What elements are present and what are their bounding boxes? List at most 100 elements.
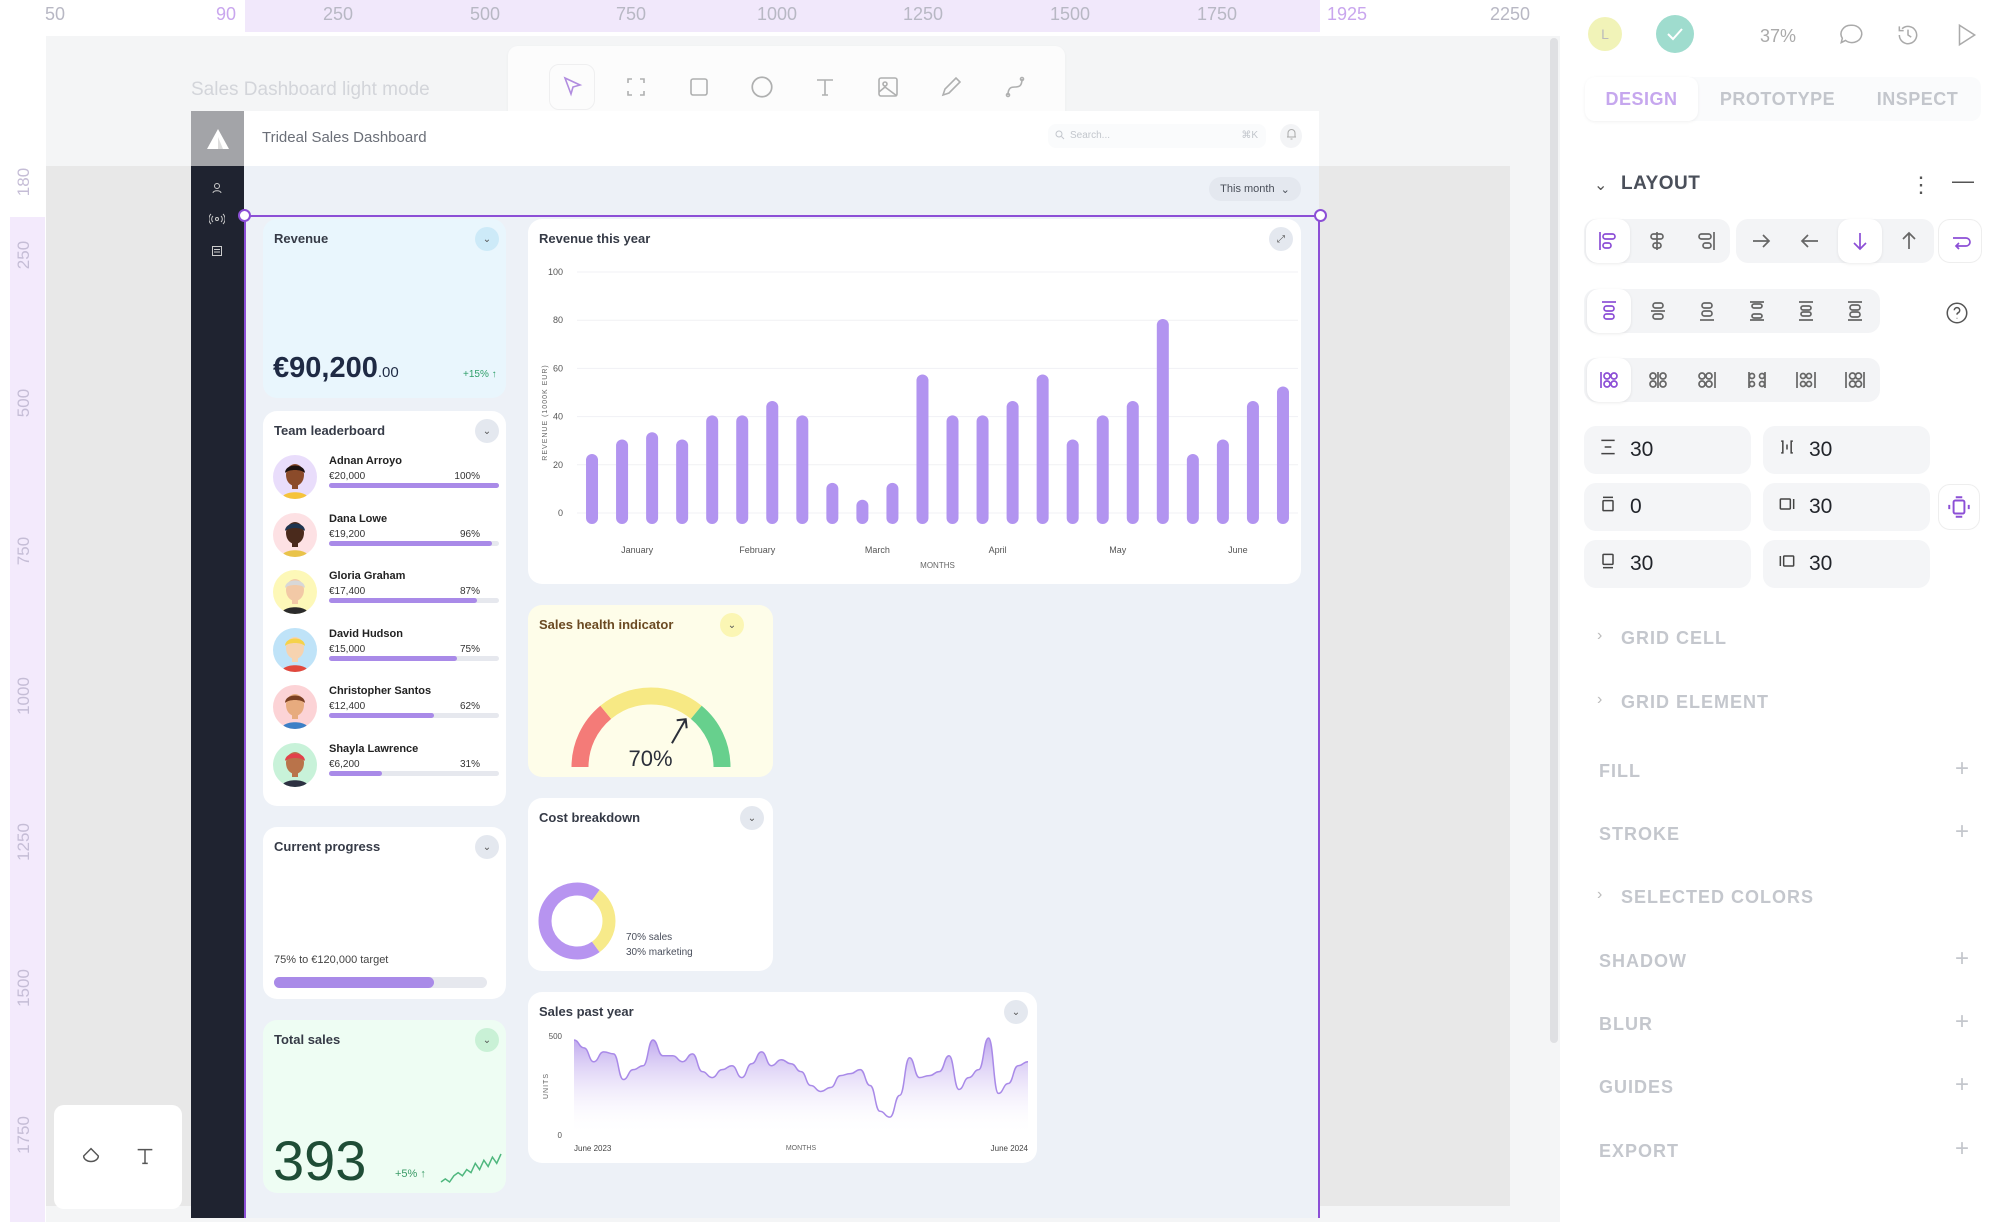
top-ruler: 50 90 250 500 750 1000 1250 1500 1750 1925 2250 [0,0,1560,32]
justify-end-icon[interactable] [1685,289,1729,333]
grid-between-icon[interactable] [1735,358,1779,402]
document-icon[interactable] [211,244,223,262]
wrap-icon[interactable] [1939,220,1983,264]
ellipse-icon[interactable] [739,64,785,110]
bell-icon [1286,127,1297,145]
layout-button-group [1584,289,1880,333]
justify-center-icon[interactable] [1636,289,1680,333]
resize-handle[interactable] [238,209,251,222]
selection-outline [244,215,1320,1218]
padding-toggle-icon[interactable] [1938,484,1980,530]
space-evenly-icon[interactable] [1833,289,1877,333]
ruler-mark: 1925 [1326,4,1368,24]
search-placeholder: Search... [1070,130,1111,141]
arrow-up-icon[interactable] [1887,219,1931,263]
resize-handle[interactable] [1314,209,1327,222]
image-icon[interactable] [865,64,911,110]
section-export[interactable]: EXPORT [1599,1141,1679,1162]
tab-prototype[interactable]: PROTOTYPE [1710,77,1845,121]
ruler-mark: 750 [615,4,647,24]
history-icon[interactable] [1895,22,1921,53]
row-gap-field[interactable]: 30 [1584,426,1751,474]
plus-icon[interactable]: + [1955,1071,1969,1099]
plus-icon[interactable]: + [1955,945,1969,973]
section-blur[interactable]: BLUR [1599,1014,1653,1035]
chevron-right-icon[interactable]: › [1597,886,1602,904]
check-icon[interactable] [1656,15,1694,53]
comment-icon[interactable] [1838,22,1864,53]
space-between-icon[interactable] [1735,289,1779,333]
section-fill[interactable]: FILL [1599,761,1641,782]
section-grid-element[interactable]: GRID ELEMENT [1621,692,1769,713]
zoom-level[interactable]: 37% [1760,26,1796,47]
grid-end-icon[interactable] [1685,358,1729,402]
drop-icon[interactable] [80,1145,102,1172]
grid-around-icon[interactable] [1784,358,1828,402]
path-icon[interactable] [992,64,1038,110]
frame-label[interactable]: Sales Dashboard light mode [191,79,430,101]
chevron-right-icon[interactable]: › [1597,691,1602,709]
space-around-icon[interactable] [1784,289,1828,333]
pointer-icon[interactable] [549,64,595,110]
period-dropdown[interactable]: This month ⌄ [1209,177,1301,201]
layout-button-group [1584,219,1730,263]
chevron-down-icon: ⌄ [1280,183,1290,196]
play-icon[interactable] [1953,22,1979,53]
ruler-mark: 1250 [902,4,944,24]
padding-left-field[interactable]: 30 [1763,540,1930,588]
avatar[interactable]: L [1588,17,1622,51]
help-icon[interactable] [1944,300,1976,332]
align-end-icon[interactable] [1684,219,1728,263]
chevron-down-icon[interactable]: ⌄ [1594,175,1607,195]
section-shadow[interactable]: SHADOW [1599,951,1687,972]
plus-icon[interactable]: + [1955,1135,1969,1163]
arrow-down-icon[interactable] [1837,219,1882,263]
padding-top-field[interactable]: 0 [1584,483,1751,531]
more-options-icon[interactable]: ⋮ [1910,172,1932,198]
grid-evenly-icon[interactable] [1833,358,1877,402]
tab-design[interactable]: DESIGN [1585,77,1698,121]
ruler-mark: 1250 [14,823,33,861]
text-icon[interactable] [802,64,848,110]
chevron-right-icon[interactable]: › [1597,627,1602,645]
column-gap-field[interactable]: 30 [1763,426,1930,474]
grid-center-icon[interactable] [1636,358,1680,402]
padding-bottom-icon [1598,551,1618,577]
pencil-icon[interactable] [928,64,974,110]
section-grid-cell[interactable]: GRID CELL [1621,628,1727,649]
layout-button-group [1938,219,1982,263]
ruler-mark: 250 [322,4,354,24]
section-selected-colors[interactable]: SELECTED COLORS [1621,887,1814,908]
field-value: 30 [1809,495,1833,518]
remove-layout-icon[interactable]: — [1952,168,1974,194]
padding-bottom-field[interactable]: 30 [1584,540,1751,588]
align-center-icon[interactable] [1635,219,1679,263]
layout-section-title: LAYOUT [1621,173,1701,194]
text-icon[interactable] [134,1145,156,1172]
section-guides[interactable]: GUIDES [1599,1077,1674,1098]
column-gap-icon [1777,437,1797,463]
rectangle-icon[interactable] [676,64,722,110]
align-start-icon[interactable] [1586,219,1631,263]
justify-start-icon[interactable] [1586,289,1631,333]
dashboard-title: Trideal Sales Dashboard [262,129,427,146]
broadcast-icon[interactable] [208,212,226,230]
plus-icon[interactable]: + [1955,1008,1969,1036]
frame-icon[interactable] [613,64,659,110]
ruler-mark: 750 [14,536,33,566]
canvas-scrollbar[interactable] [1550,38,1558,1043]
arrow-right-icon[interactable] [1739,219,1783,263]
padding-right-field[interactable]: 30 [1763,483,1930,531]
notifications-button[interactable] [1280,124,1302,148]
search-input[interactable]: Search... ⌘K [1048,124,1266,148]
grid-start-icon[interactable] [1586,358,1631,402]
arrow-left-icon[interactable] [1788,219,1832,263]
ruler-mark: 1750 [14,1116,33,1154]
section-stroke[interactable]: STROKE [1599,824,1680,845]
ruler-mark: 1000 [756,4,798,24]
plus-icon[interactable]: + [1955,818,1969,846]
user-icon[interactable] [211,181,223,199]
ruler-mark: 1000 [14,677,33,715]
plus-icon[interactable]: + [1955,755,1969,783]
tab-inspect[interactable]: INSPECT [1855,77,1980,121]
